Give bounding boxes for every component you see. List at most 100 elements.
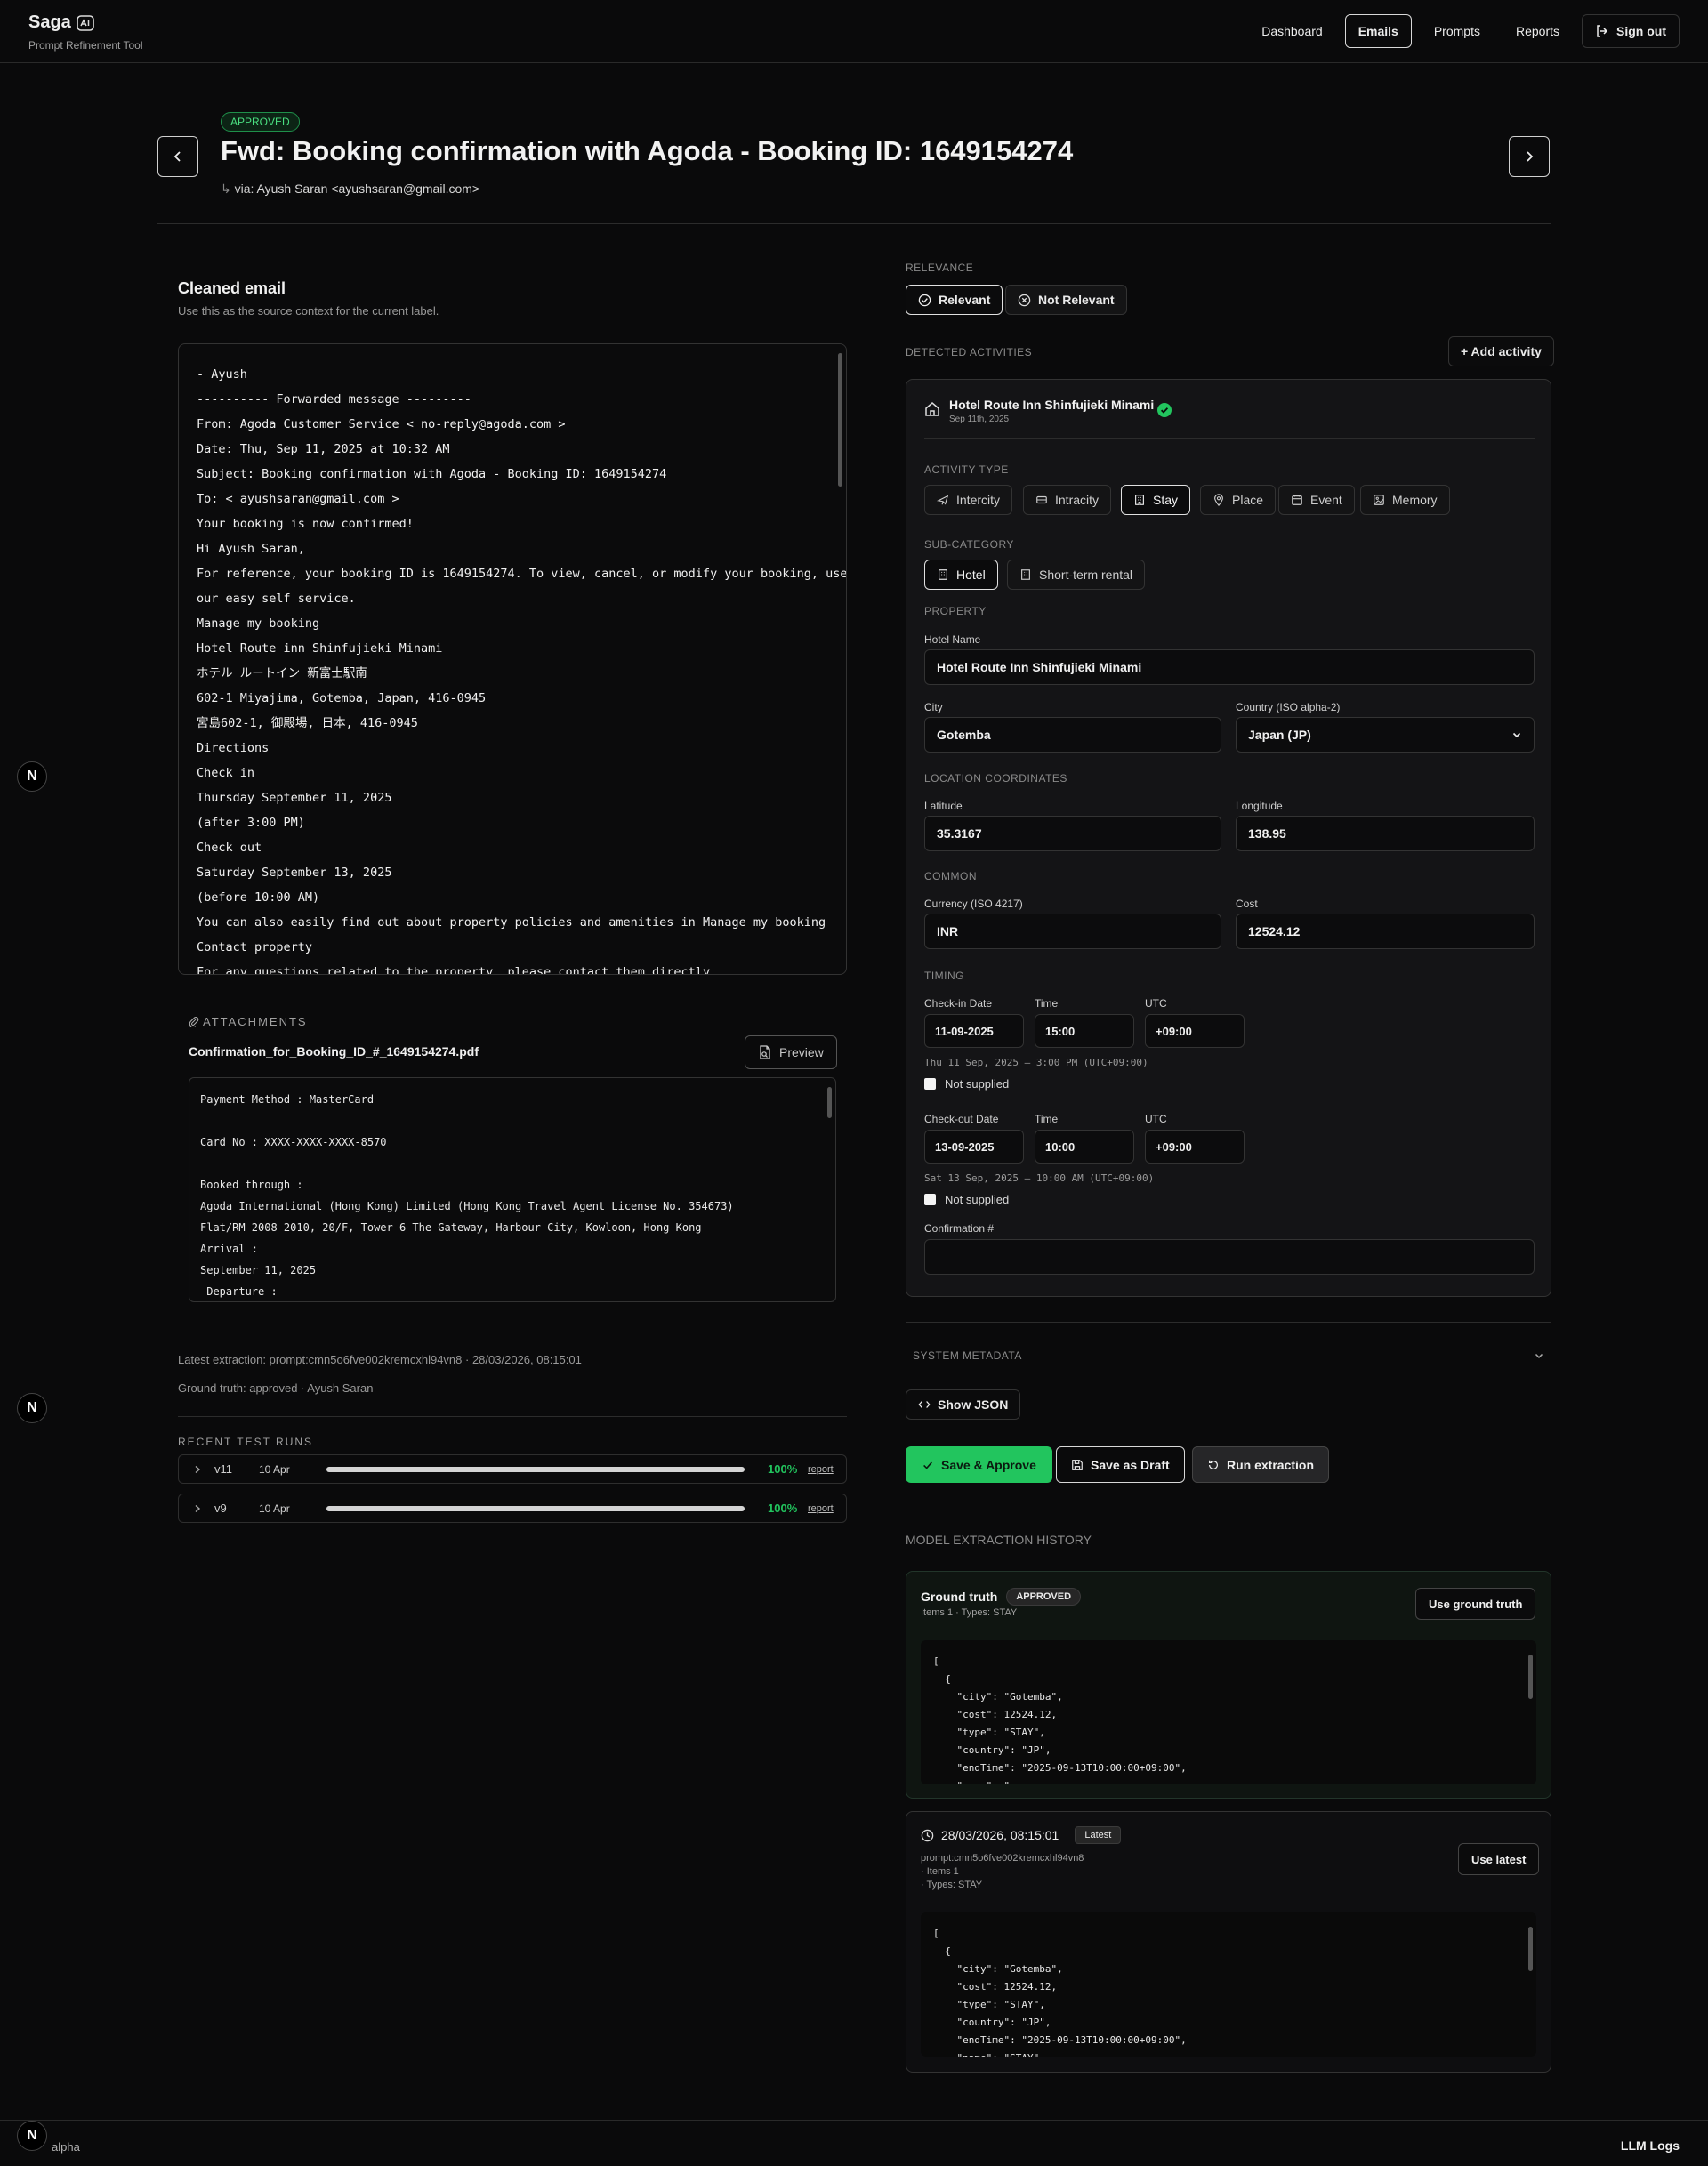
- city-input[interactable]: Gotemba: [924, 717, 1221, 753]
- n-badge[interactable]: N: [17, 2121, 47, 2151]
- type-memory[interactable]: Memory: [1360, 485, 1450, 515]
- app-logo[interactable]: Saga: [28, 12, 94, 33]
- chevron-right-icon[interactable]: [193, 1465, 205, 1474]
- run-date: 10 Apr: [259, 1462, 290, 1476]
- add-activity-button[interactable]: + Add activity: [1448, 336, 1554, 366]
- hotel-name-input[interactable]: Hotel Route Inn Shinfujieki Minami: [924, 649, 1535, 685]
- ground-truth-json-lines: [ { "city": "Gotemba", "cost": 12524.12,…: [933, 1653, 1187, 1784]
- n-badge[interactable]: N: [17, 761, 47, 792]
- nav-reports[interactable]: Reports: [1503, 14, 1573, 48]
- currency-input[interactable]: INR: [924, 914, 1221, 949]
- plane-icon: [937, 494, 949, 506]
- checkout-time-input[interactable]: 10:00: [1035, 1130, 1134, 1164]
- preview-button[interactable]: Preview: [745, 1035, 837, 1069]
- type-place[interactable]: Place: [1200, 485, 1277, 515]
- latest-prompt: prompt:cmn5o6fve002kremcxhl94vn8: [921, 1853, 1084, 1864]
- test-run-row[interactable]: v9 10 Apr 100% report: [178, 1494, 847, 1523]
- json-line: "cost": 12524.12,: [933, 1981, 1058, 1993]
- checkout-utc-input[interactable]: +09:00: [1145, 1130, 1245, 1164]
- nav-prompts[interactable]: Prompts: [1421, 14, 1494, 48]
- json-line: "country": "JP",: [933, 1744, 1051, 1756]
- history-label: MODEL EXTRACTION HISTORY: [906, 1533, 1092, 1547]
- cost-input[interactable]: 12524.12: [1236, 914, 1535, 949]
- rental-icon: [1019, 568, 1032, 581]
- nav-dashboard[interactable]: Dashboard: [1248, 14, 1336, 48]
- country-select[interactable]: Japan (JP): [1236, 717, 1535, 753]
- sign-out-button[interactable]: Sign out: [1582, 14, 1680, 48]
- confirmation-input[interactable]: [924, 1239, 1535, 1275]
- type-event[interactable]: Event: [1278, 485, 1355, 515]
- page-title: Fwd: Booking confirmation with Agoda - B…: [221, 135, 1074, 166]
- activity-name[interactable]: Hotel Route Inn Shinfujieki Minami: [949, 398, 1154, 412]
- email-line: Manage my booking: [197, 616, 320, 631]
- country-label: Country (ISO alpha-2): [1236, 701, 1341, 713]
- type-intercity-label: Intercity: [956, 493, 1001, 507]
- n-badge[interactable]: N: [17, 1393, 47, 1423]
- cost-label: Cost: [1236, 898, 1258, 910]
- gt-json-scrollbar[interactable]: [1528, 1655, 1533, 1699]
- checkin-not-supplied[interactable]: Not supplied: [924, 1077, 1009, 1091]
- save-draft-label: Save as Draft: [1091, 1457, 1170, 1472]
- use-latest-button[interactable]: Use latest: [1458, 1843, 1540, 1875]
- activity-date: Sep 11th, 2025: [949, 415, 1010, 424]
- system-metadata-toggle[interactable]: SYSTEM METADATA: [906, 1336, 1551, 1375]
- latitude-input[interactable]: 35.3167: [924, 816, 1221, 851]
- json-line: "city": "Gotemba",: [933, 1691, 1063, 1703]
- checkout-utc-label: UTC: [1145, 1113, 1167, 1125]
- checkout-checkbox[interactable]: [924, 1194, 936, 1205]
- checkin-checkbox[interactable]: [924, 1078, 936, 1090]
- type-intercity[interactable]: Intercity: [924, 485, 1013, 515]
- save-draft-button[interactable]: Save as Draft: [1056, 1446, 1185, 1483]
- email-line: Hi Ayush Saran,: [197, 542, 305, 556]
- latest-json[interactable]: [ { "city": "Gotemba", "cost": 12524.12,…: [921, 1912, 1536, 2057]
- save-approve-button[interactable]: Save & Approve: [906, 1446, 1052, 1483]
- run-report-link[interactable]: report: [808, 1503, 834, 1514]
- subcat-short-term-rental[interactable]: Short-term rental: [1007, 560, 1146, 590]
- next-email-button[interactable]: [1509, 136, 1550, 177]
- activity-header-divider: [924, 438, 1535, 439]
- add-activity-label: + Add activity: [1461, 344, 1542, 358]
- subcat-hotel[interactable]: Hotel: [924, 560, 998, 590]
- checkin-utc-input[interactable]: +09:00: [1145, 1014, 1245, 1048]
- type-intracity[interactable]: Intracity: [1023, 485, 1112, 515]
- attachment-line: Card No : XXXX-XXXX-XXXX-8570: [200, 1136, 387, 1148]
- checkout-date-input[interactable]: 13-09-2025: [924, 1130, 1024, 1164]
- run-report-link[interactable]: report: [808, 1464, 834, 1475]
- app-name: Saga: [28, 12, 71, 32]
- cleaned-email-lines: - Ayush ---------- Forwarded message ----…: [197, 362, 846, 974]
- attachment-line: Flat/RM 2008-2010, 20/F, Tower 6 The Gat…: [200, 1221, 702, 1234]
- title-divider: [157, 223, 1551, 224]
- latest-json-lines: [ { "city": "Gotemba", "cost": 12524.12,…: [933, 1925, 1187, 2057]
- email-line: Hotel Route inn Shinfujieki Minami: [197, 641, 443, 656]
- attachment-filename[interactable]: Confirmation_for_Booking_ID_#_1649154274…: [189, 1044, 479, 1059]
- chevron-right-icon[interactable]: [193, 1504, 205, 1513]
- attachment-text-box[interactable]: Payment Method : MasterCard Card No : XXX…: [189, 1077, 836, 1302]
- nav-emails[interactable]: Emails: [1344, 14, 1412, 48]
- relevant-button[interactable]: Relevant: [906, 285, 1003, 315]
- prev-email-button[interactable]: [157, 136, 198, 177]
- latest-header: 28/03/2026, 08:15:01 Latest: [921, 1826, 1122, 1844]
- email-scrollbar[interactable]: [838, 353, 842, 487]
- show-json-button[interactable]: Show JSON: [906, 1389, 1021, 1420]
- hotel-name-label: Hotel Name: [924, 633, 981, 646]
- use-latest-label: Use latest: [1471, 1852, 1527, 1866]
- cleaned-email-box[interactable]: - Ayush ---------- Forwarded message ----…: [178, 343, 847, 975]
- use-ground-truth-button[interactable]: Use ground truth: [1415, 1588, 1536, 1620]
- ground-truth-json[interactable]: [ { "city": "Gotemba", "cost": 12524.12,…: [921, 1640, 1536, 1784]
- latest-json-scrollbar[interactable]: [1528, 1927, 1533, 1971]
- ground-truth-tag: APPROVED: [1006, 1588, 1082, 1606]
- llm-logs-link[interactable]: LLM Logs: [1621, 2138, 1680, 2153]
- email-line: - Ayush: [197, 367, 247, 382]
- json-line: "endTime": "2025-09-13T10:00:00+09:00",: [933, 2034, 1187, 2046]
- checkin-date-input[interactable]: 11-09-2025: [924, 1014, 1024, 1048]
- attachment-line: Departure :: [200, 1285, 278, 1298]
- test-run-row[interactable]: v11 10 Apr 100% report: [178, 1454, 847, 1484]
- longitude-input[interactable]: 138.95: [1236, 816, 1535, 851]
- common-label: COMMON: [924, 870, 977, 882]
- checkin-time-input[interactable]: 15:00: [1035, 1014, 1134, 1048]
- not-relevant-button[interactable]: Not Relevant: [1005, 285, 1127, 315]
- attachment-scrollbar[interactable]: [827, 1087, 832, 1118]
- type-stay[interactable]: Stay: [1121, 485, 1191, 515]
- run-extraction-button[interactable]: Run extraction: [1192, 1446, 1330, 1483]
- checkout-not-supplied[interactable]: Not supplied: [924, 1193, 1009, 1206]
